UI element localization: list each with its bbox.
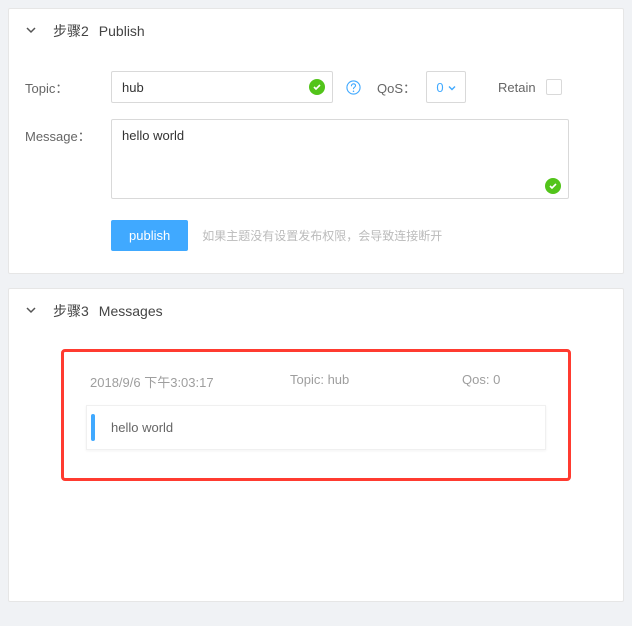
step3-title: Messages: [99, 303, 163, 319]
chevron-down-icon: [25, 24, 39, 38]
step2-label: 步骤2: [53, 21, 89, 41]
publish-button[interactable]: publish: [111, 220, 188, 251]
message-topic: Topic: hub: [290, 372, 462, 391]
message-meta: 2018/9/6 下午3:03:17 Topic: hub Qos: 0: [86, 366, 546, 405]
step2-title: Publish: [99, 23, 145, 39]
check-circle-icon: [545, 178, 561, 194]
message-timestamp: 2018/9/6 下午3:03:17: [90, 372, 290, 391]
step3-header[interactable]: 步骤3 Messages: [9, 289, 623, 333]
check-circle-icon: [309, 79, 325, 95]
qos-label: QoS：: [377, 78, 416, 97]
help-icon[interactable]: [345, 79, 361, 95]
retain-checkbox[interactable]: [546, 79, 562, 95]
step2-card: 步骤2 Publish Topic： QoS：: [8, 8, 624, 274]
message-label: Message：: [25, 119, 111, 145]
message-item: hello world: [86, 405, 546, 450]
message-textarea[interactable]: [111, 119, 569, 199]
topic-label: Topic：: [25, 71, 111, 97]
chevron-down-icon: [448, 80, 456, 95]
step3-card: 步骤3 Messages 2018/9/6 下午3:03:17 Topic: h…: [8, 288, 624, 602]
qos-select[interactable]: 0: [426, 71, 466, 103]
qos-value: 0: [436, 80, 443, 95]
publish-hint: 如果主题没有设置发布权限，会导致连接断开: [202, 227, 442, 244]
highlight-annotation: 2018/9/6 下午3:03:17 Topic: hub Qos: 0 hel…: [61, 349, 571, 481]
step2-header[interactable]: 步骤2 Publish: [9, 9, 623, 53]
retain-label: Retain: [498, 80, 536, 95]
message-body: hello world: [95, 406, 189, 449]
message-qos: Qos: 0: [462, 372, 542, 391]
chevron-down-icon: [25, 304, 39, 318]
step3-label: 步骤3: [53, 301, 89, 321]
topic-input[interactable]: [111, 71, 333, 103]
